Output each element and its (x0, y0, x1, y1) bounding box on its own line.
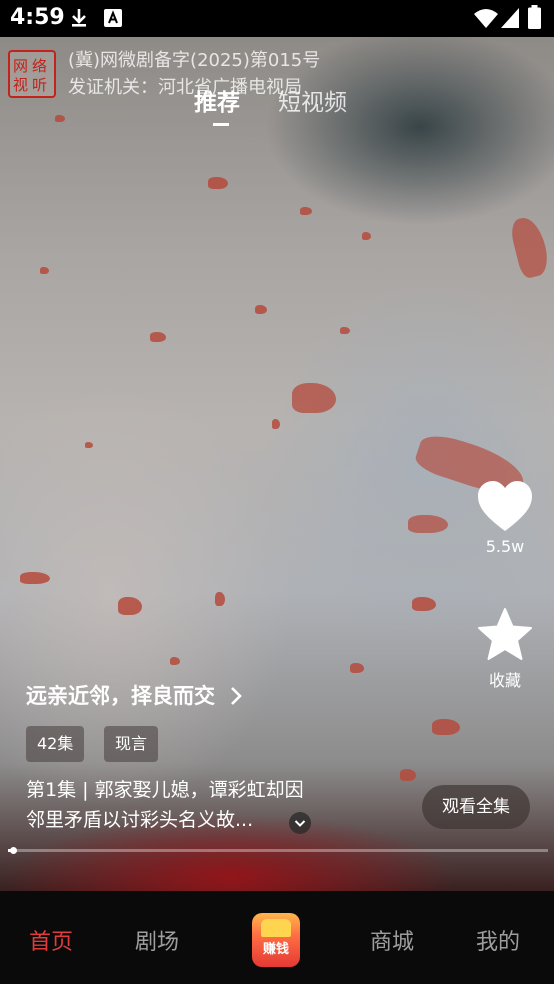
license-logo: 网 络 视 听 (8, 50, 56, 98)
chevron-down-icon (289, 819, 311, 838)
tab-active-indicator (213, 123, 229, 126)
chevron-right-icon (230, 686, 243, 711)
drama-title-link[interactable]: 远亲近邻，择良而交 (26, 680, 243, 711)
license-line-1: (冀)网微剧备字(2025)第015号 (68, 50, 321, 71)
svg-text:络: 络 (32, 57, 47, 75)
drama-title: 远亲近邻，择良而交 (26, 684, 215, 708)
favorite-label: 收藏 (488, 671, 521, 690)
bottom-nav: 首页 剧场 赚钱 商城 我的 (0, 891, 554, 984)
signal-icon (501, 8, 519, 32)
download-icon (70, 8, 88, 32)
tab-recommend[interactable]: 推荐 (194, 83, 240, 117)
like-count: 5.5w (485, 537, 525, 556)
nav-mall[interactable]: 商城 (370, 924, 414, 956)
nav-home[interactable]: 首页 (29, 924, 73, 956)
wifi-icon (474, 8, 498, 32)
like-button[interactable]: 5.5w (468, 479, 542, 556)
expand-description-button[interactable] (289, 812, 311, 834)
svg-text:网: 网 (13, 57, 28, 75)
watch-all-episodes-button[interactable]: 观看全集 (422, 785, 530, 829)
nav-mine[interactable]: 我的 (476, 924, 520, 956)
battery-icon (528, 5, 541, 33)
nav-earn[interactable]: 赚钱 (252, 913, 300, 967)
video-player[interactable]: 网 络 视 听 (冀)网微剧备字(2025)第015号 发证机关：河北省广播电视… (0, 37, 554, 891)
a-box-icon (104, 9, 122, 31)
coin-icon (261, 919, 291, 937)
star-icon (476, 608, 534, 667)
description-line-1: 第1集 | 郭家娶儿媳，谭彩虹却因 (26, 779, 304, 801)
nav-earn-label: 赚钱 (262, 942, 289, 957)
episode-count-tag[interactable]: 42集 (26, 726, 85, 762)
favorite-button[interactable]: 收藏 (468, 607, 542, 691)
progress-handle[interactable] (10, 847, 18, 854)
video-progress-bar[interactable] (8, 847, 548, 854)
svg-text:听: 听 (32, 76, 47, 94)
status-bar: 4:59 (0, 0, 554, 37)
svg-text:视: 视 (13, 76, 28, 94)
nav-theater[interactable]: 剧场 (135, 924, 179, 956)
status-time: 4:59 (10, 5, 65, 30)
tab-short-video[interactable]: 短视频 (278, 83, 347, 117)
genre-tag[interactable]: 现言 (104, 726, 159, 762)
heart-icon (476, 481, 534, 537)
